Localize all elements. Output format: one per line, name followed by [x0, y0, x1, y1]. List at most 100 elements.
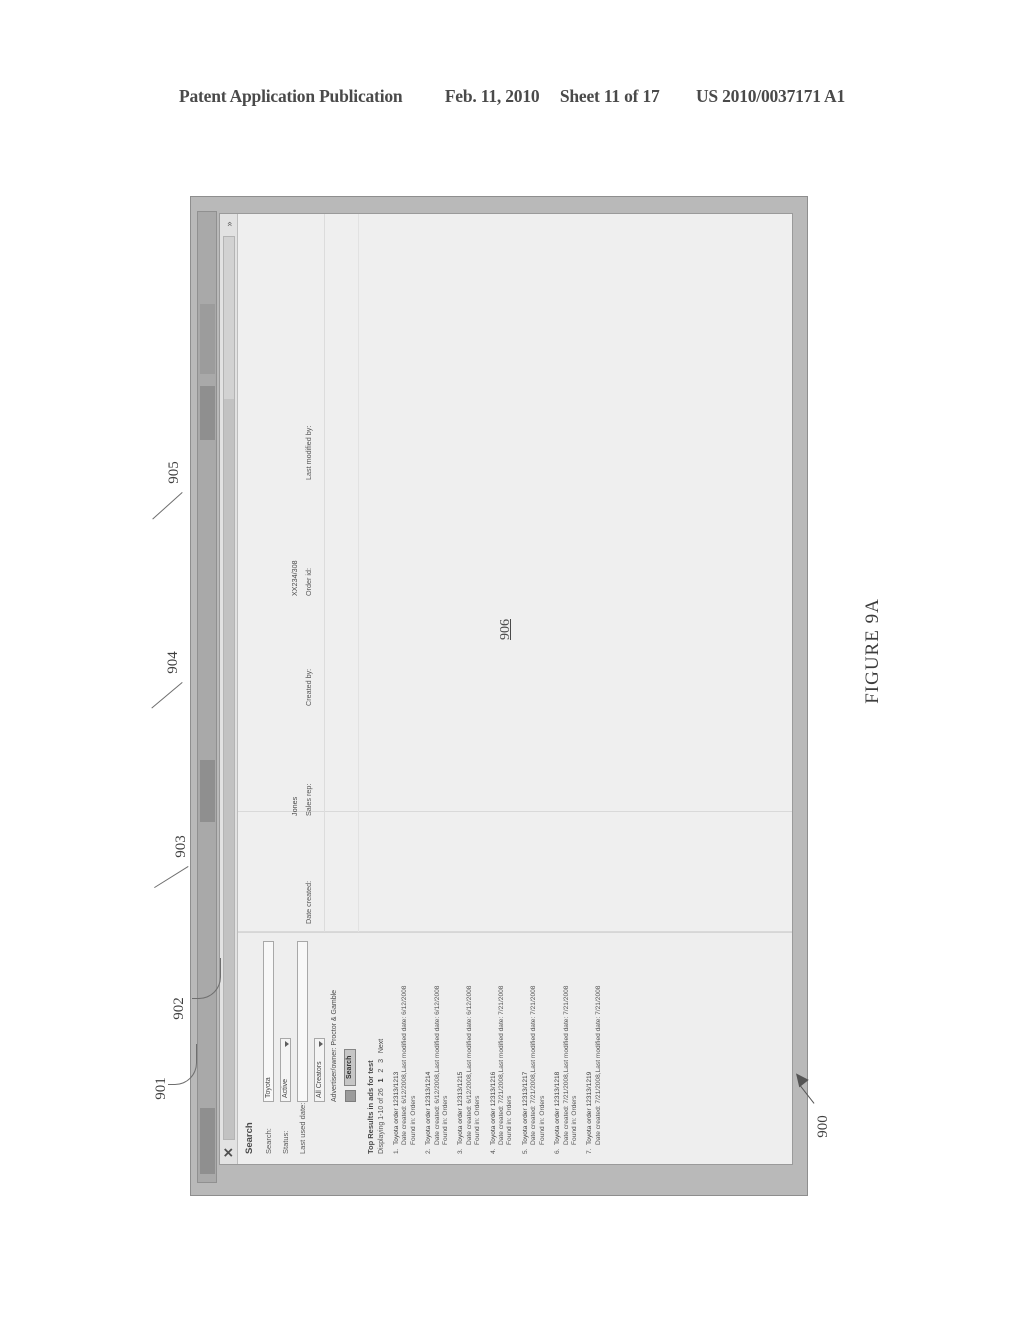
result-index: 6. [554, 1148, 562, 1155]
ref-numeral-902: 902 [170, 997, 187, 1020]
app-toolbar-strip: ✕ » [220, 214, 238, 1164]
application-window: ✕ » Search Search: Toyota Status: Active… [190, 196, 808, 1196]
result-title[interactable]: Toyota order 12313/1219 [586, 941, 594, 1145]
search-button[interactable]: Search [344, 1048, 356, 1086]
window-content: ✕ » Search Search: Toyota Status: Active… [219, 213, 793, 1165]
result-meta: Date created: 6/12/2008,Last modified da… [465, 985, 473, 1145]
result-found-in: Found in: Orders [442, 1095, 450, 1145]
list-item[interactable]: 4. Toyota order 12313/1216 Date created:… [490, 941, 515, 1154]
result-title[interactable]: Toyota order 12313/1216 [490, 941, 498, 1145]
status-field-row: Status: Active [280, 941, 291, 1154]
close-icon[interactable]: ✕ [221, 1145, 236, 1160]
result-title[interactable]: Toyota order 12313/1214 [425, 941, 433, 1145]
titlebar-block-4 [200, 304, 215, 374]
last-used-date-row: Last used date: [297, 941, 308, 1154]
ref-numeral-905: 905 [165, 461, 182, 484]
result-meta: Date created: 7/21/2008,Last modified da… [530, 985, 538, 1145]
ref-numeral-906: 906 [498, 619, 513, 640]
grid-divider-top [324, 214, 325, 932]
page-link-next[interactable]: Next [378, 1039, 385, 1053]
creator-select[interactable]: All Creators [314, 1038, 325, 1102]
result-title[interactable]: Toyota order 12313/1217 [522, 941, 530, 1145]
column-header-date-created: Date created: [304, 880, 313, 924]
ref-numeral-903: 903 [172, 835, 189, 858]
paging-text: Displaying 1-10 of 26 [378, 1088, 385, 1154]
last-used-date-label: Last used date: [298, 1102, 307, 1154]
advertiser-owner-row: Advertiser/owner: Proctor & Gamble [331, 941, 338, 1154]
titlebar-block-3 [200, 386, 215, 440]
app-page: Search Search: Toyota Status: Active Las… [238, 214, 792, 1164]
search-field-row: Search: Toyota [263, 941, 274, 1154]
result-title[interactable]: Toyota order 12313/1215 [457, 941, 465, 1145]
search-icon[interactable] [344, 1090, 356, 1102]
search-panel-title: Search [244, 1122, 255, 1154]
list-item[interactable]: 7. Toyota order 12313/1219 Date created:… [586, 941, 603, 1154]
ref-numeral-900: 900 [814, 1115, 831, 1138]
list-item[interactable]: 1. Toyota order 12313/1213 Date created:… [393, 941, 418, 1154]
search-panel: Search Search: Toyota Status: Active Las… [238, 932, 792, 1164]
status-select[interactable]: Active [280, 1038, 291, 1102]
result-index: 5. [521, 1148, 529, 1155]
result-index: 4. [489, 1148, 497, 1155]
figure-label: FIGURE 9A [861, 598, 883, 704]
result-meta: Date created: 6/12/2008,Last modified da… [401, 985, 409, 1145]
column-header-last-modified-by: Last modified by: [304, 425, 313, 480]
titlebar-block-1 [200, 1108, 215, 1174]
lead-line-905 [152, 492, 183, 520]
result-index: 7. [586, 1148, 594, 1155]
patent-header: Patent Application Publication Feb. 11, … [0, 86, 1024, 107]
result-found-in: Found in: Orders [474, 1095, 482, 1145]
result-body: Toyota order 12313/1217 Date created: 7/… [522, 941, 547, 1145]
list-item[interactable]: 6. Toyota order 12313/1218 Date created:… [554, 941, 579, 1154]
result-found-in: Found in: Orders [570, 1095, 578, 1145]
titlebar-block-2 [200, 760, 215, 822]
result-index: 3. [457, 1148, 465, 1155]
result-body: Toyota order 12313/1218 Date created: 7/… [554, 941, 579, 1145]
result-title[interactable]: Toyota order 12313/1213 [393, 941, 401, 1145]
result-found-in: Found in: Orders [409, 1095, 417, 1145]
result-meta: Date created: 7/21/2008,Last modified da… [562, 985, 570, 1145]
result-title[interactable]: Toyota order 12313/1218 [554, 941, 562, 1145]
column-header-created-by: Created by: [304, 668, 313, 706]
result-found-in: Found in: Orders [538, 1095, 546, 1145]
window-titlebar [197, 211, 217, 1183]
lead-line-903 [154, 866, 189, 889]
list-item[interactable]: 5. Toyota order 12313/1217 Date created:… [522, 941, 547, 1154]
results-header: Top Results in ads for test [366, 1060, 375, 1154]
result-meta: Date created: 7/21/2008,Last modified da… [594, 985, 602, 1145]
page-link-2[interactable]: 2 [378, 1069, 385, 1073]
column-header-sales-rep: Sales rep: [304, 783, 313, 816]
column-header-order-id: Order id: [304, 568, 313, 596]
figure-screenshot-stage: ✕ » Search Search: Toyota Status: Active… [190, 196, 808, 1196]
advertiser-owner-text: Advertiser/owner: Proctor & Gamble [331, 989, 338, 1102]
list-item[interactable]: 2. Toyota order 12313/1214 Date created:… [425, 941, 450, 1154]
lead-line-904 [151, 682, 183, 709]
last-used-date-input[interactable] [297, 941, 308, 1102]
search-button-row: Search [344, 941, 356, 1102]
result-body: Toyota order 12313/1215 Date created: 6/… [457, 941, 482, 1145]
result-found-in: Found in: Orders [506, 1095, 514, 1145]
status-field-label: Status: [281, 1130, 290, 1154]
owner-row: All Creators [314, 941, 325, 1154]
paging-row: Displaying 1-10 of 26 1 2 3 Next [378, 941, 385, 1154]
chevron-right-icon[interactable]: » [223, 218, 235, 230]
page-link-1[interactable]: 1 [378, 1078, 385, 1082]
page-link-3[interactable]: 3 [378, 1059, 385, 1063]
patent-number: US 2010/0037171 A1 [695, 86, 846, 106]
patent-publication-label: Patent Application Publication [178, 86, 403, 106]
patent-sheet: Sheet 11 of 17 [559, 86, 660, 106]
results-list: 1. Toyota order 12313/1213 Date created:… [393, 941, 603, 1154]
result-index: 2. [425, 1148, 433, 1155]
list-item[interactable]: 3. Toyota order 12313/1215 Date created:… [457, 941, 482, 1154]
result-body: Toyota order 12313/1214 Date created: 6/… [425, 941, 450, 1145]
detail-grid: Date created: Sales rep: Jones Created b… [238, 214, 792, 932]
ref-numeral-904: 904 [164, 651, 181, 674]
result-meta: Date created: 6/12/2008,Last modified da… [433, 985, 441, 1145]
patent-date: Feb. 11, 2010 [444, 86, 540, 106]
column-value-order-id: XX234/308 [290, 560, 299, 596]
address-bar[interactable] [223, 236, 235, 1140]
search-input[interactable]: Toyota [263, 941, 274, 1102]
rotated-screenshot: ✕ » Search Search: Toyota Status: Active… [190, 196, 808, 1196]
result-index: 1. [393, 1148, 400, 1155]
column-value-sales-rep: Jones [290, 796, 299, 816]
